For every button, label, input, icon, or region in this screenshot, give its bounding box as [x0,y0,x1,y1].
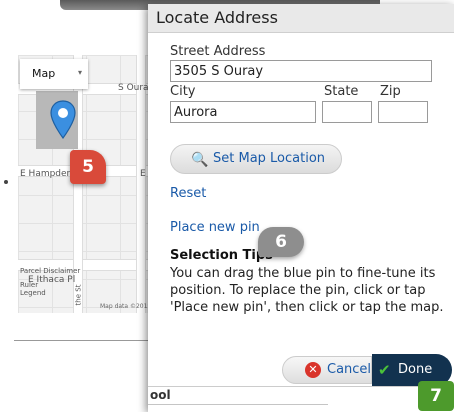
chevron-down-icon: ▾ [77,68,82,77]
set-map-location-label: Set Map Location [213,151,326,166]
street-label: the St [74,284,83,306]
callout-5: 5 [70,150,106,184]
selection-tips-text: You can drag the blue pin to fine-tune i… [170,266,444,315]
zip-label: Zip [380,84,401,99]
locate-address-dialog: Locate Address Street Address 3505 S Our… [148,4,454,412]
ruler-control[interactable]: Ruler [20,281,38,289]
reset-link[interactable]: Reset [170,186,206,201]
place-new-pin-link[interactable]: Place new pin [170,220,260,235]
city-label: City [170,84,196,99]
map-road [136,55,146,313]
map-attribution: Map data ©2019 [100,303,152,310]
street-label: E [140,169,146,179]
location-pin-icon[interactable] [50,100,76,140]
cancel-label: Cancel [327,362,372,377]
set-map-location-button[interactable]: 🔍 Set Map Location [170,144,342,174]
close-icon: ✕ [305,362,321,378]
legend-control[interactable]: Legend [20,289,46,297]
parcel-disclaimer[interactable]: Parcel Disclaimer [20,267,80,275]
bullet-mark [4,180,8,184]
street-address-input[interactable]: 3505 S Ouray [170,60,432,82]
divider [14,340,152,341]
zip-input[interactable] [378,101,428,123]
dialog-title: Locate Address [148,4,454,33]
state-input[interactable] [322,101,372,123]
checkmark-icon: ✔ [378,361,391,379]
background-text: ool [150,388,171,402]
map-view[interactable]: Map ▾ S Ouray W E Hampden A E E Ithaca P… [18,55,152,313]
map-type-select[interactable]: Map ▾ [20,59,88,89]
callout-6: 6 [258,227,304,257]
state-label: State [324,84,359,99]
street-address-label: Street Address [170,44,266,59]
search-icon: 🔍 [191,152,209,168]
city-input[interactable]: Aurora [170,101,316,123]
background-line [148,404,328,405]
street-label: S Ouray W [118,83,152,93]
background-strip [148,386,454,412]
map-type-label: Map [32,67,56,80]
callout-7: 7 [418,381,454,411]
cancel-button[interactable]: ✕ Cancel [282,356,372,384]
